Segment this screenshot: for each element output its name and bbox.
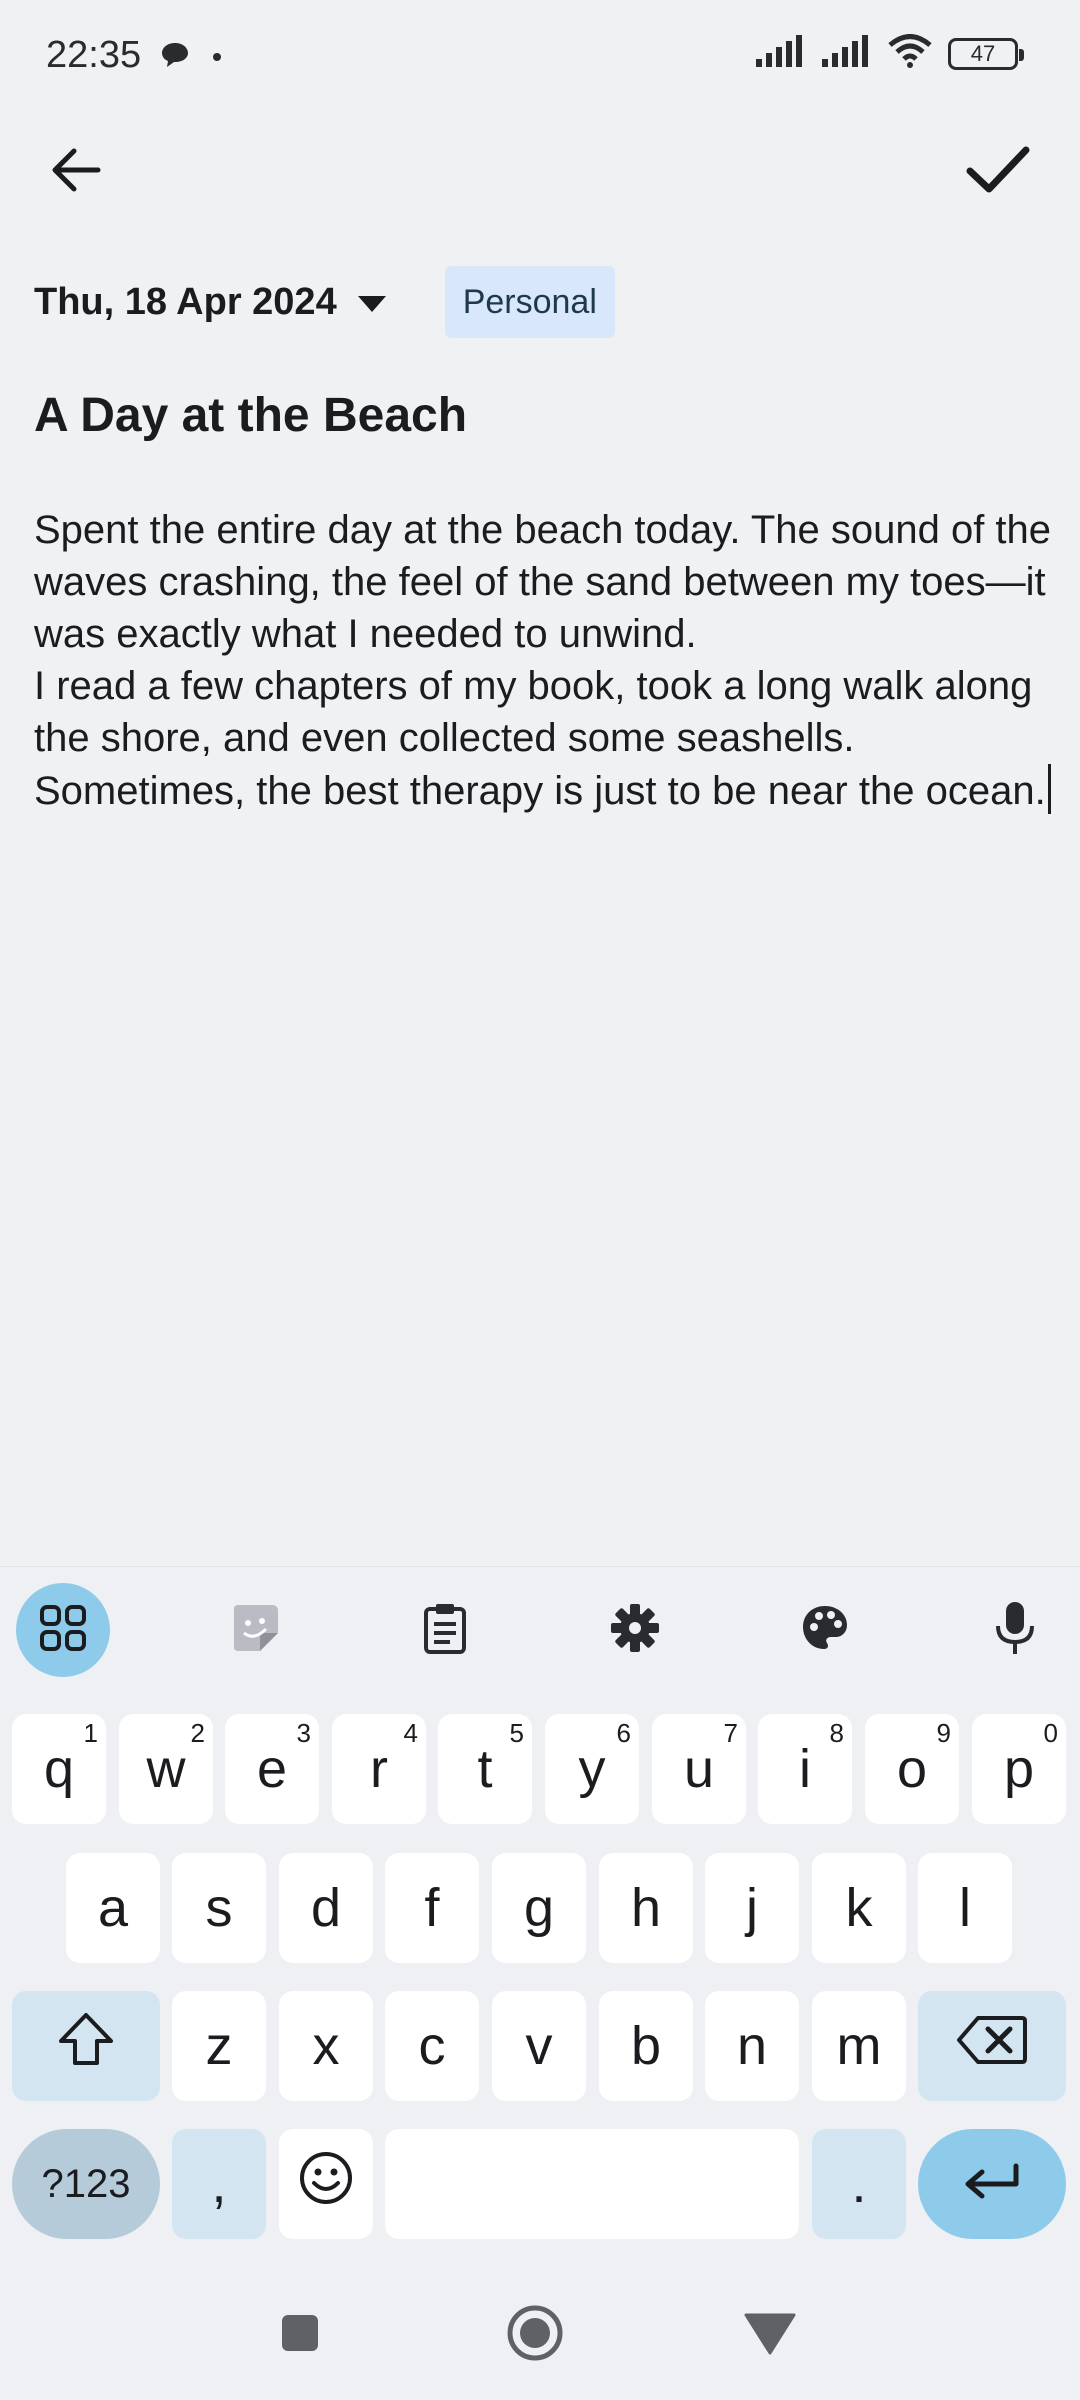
note-body-editor[interactable]: Spent the entire day at the beach today.… (34, 504, 1054, 817)
key-l[interactable]: l (918, 1853, 1012, 1963)
theme-button[interactable] (778, 1583, 872, 1677)
palette-icon (800, 1603, 850, 1658)
backspace-key[interactable] (918, 1991, 1066, 2101)
dropdown-arrow-icon (357, 281, 387, 324)
emoji-key[interactable] (279, 2129, 373, 2239)
triangle-down-icon (743, 2311, 797, 2360)
signal-icon (822, 35, 872, 72)
status-bar: 22:35 47 (0, 0, 1080, 110)
enter-icon (962, 2153, 1022, 2215)
dot-icon (212, 49, 222, 67)
key-h[interactable]: h (599, 1853, 693, 1963)
note-title[interactable]: A Day at the Beach (34, 388, 467, 443)
key-r[interactable]: r4 (332, 1714, 426, 1824)
home-button[interactable] (500, 2300, 570, 2370)
key-e[interactable]: e3 (225, 1714, 319, 1824)
key-v[interactable]: v (492, 1991, 586, 2101)
save-button[interactable] (956, 136, 1040, 208)
key-k[interactable]: k (812, 1853, 906, 1963)
key-c[interactable]: c (385, 1991, 479, 2101)
key-z[interactable]: z (172, 1991, 266, 2101)
period-key[interactable]: . (812, 2129, 906, 2239)
back-nav-button[interactable] (735, 2300, 805, 2370)
key-o[interactable]: o9 (865, 1714, 959, 1824)
key-x[interactable]: x (279, 1991, 373, 2101)
shift-icon (57, 2011, 115, 2082)
top-app-bar (0, 120, 1080, 220)
settings-icon (610, 1603, 660, 1658)
wifi-icon (888, 34, 932, 73)
shift-key[interactable] (12, 1991, 160, 2101)
voice-input-button[interactable] (968, 1583, 1062, 1677)
chat-bubble-icon (160, 40, 190, 75)
key-g[interactable]: g (492, 1853, 586, 1963)
key-u[interactable]: u7 (652, 1714, 746, 1824)
backspace-icon (956, 2014, 1028, 2079)
key-a[interactable]: a (66, 1853, 160, 1963)
microphone-icon (993, 1600, 1037, 1661)
sticker-button[interactable] (208, 1583, 302, 1677)
key-w[interactable]: w2 (119, 1714, 213, 1824)
emoji-icon (298, 2150, 354, 2219)
sticker-icon (228, 1601, 282, 1660)
arrow-left-icon (50, 147, 102, 198)
key-q[interactable]: q1 (12, 1714, 106, 1824)
key-d[interactable]: d (279, 1853, 373, 1963)
note-editor-screen: 22:35 47 Thu, 18 Apr 2024 Personal A Day… (0, 0, 1080, 2400)
battery-level: 47 (970, 40, 996, 66)
battery-icon: 47 (948, 37, 1024, 70)
date-label: Thu, 18 Apr 2024 (34, 280, 337, 323)
keyboard-toolbar (0, 1567, 1080, 1697)
keyboard-settings-button[interactable] (588, 1583, 682, 1677)
clipboard-icon (423, 1602, 467, 1659)
signal-icon (756, 35, 806, 72)
system-navigation-bar (0, 2270, 1080, 2400)
text-cursor (1047, 764, 1051, 814)
symbols-key[interactable]: ?123 (12, 2129, 160, 2239)
apps-grid-button[interactable] (16, 1583, 110, 1677)
clipboard-button[interactable] (398, 1583, 492, 1677)
space-key[interactable] (385, 2129, 799, 2239)
key-i[interactable]: i8 (758, 1714, 852, 1824)
key-j[interactable]: j (705, 1853, 799, 1963)
key-m[interactable]: m (812, 1991, 906, 2101)
key-y[interactable]: y6 (545, 1714, 639, 1824)
date-selector[interactable]: Thu, 18 Apr 2024 (34, 281, 387, 324)
apps-grid-icon (40, 1604, 86, 1656)
note-body-text: Spent the entire day at the beach today.… (34, 508, 1052, 813)
category-tag[interactable]: Personal (444, 266, 615, 338)
key-f[interactable]: f (385, 1853, 479, 1963)
enter-key[interactable] (918, 2129, 1066, 2239)
key-s[interactable]: s (172, 1853, 266, 1963)
status-time: 22:35 (46, 34, 142, 76)
note-meta-row: Thu, 18 Apr 2024 Personal (34, 266, 615, 338)
key-t[interactable]: t5 (438, 1714, 532, 1824)
recents-button[interactable] (265, 2300, 335, 2370)
home-circle-icon (505, 2303, 565, 2368)
key-b[interactable]: b (599, 1991, 693, 2101)
comma-key[interactable]: , (172, 2129, 266, 2239)
key-p[interactable]: p0 (972, 1714, 1066, 1824)
square-icon (280, 2313, 320, 2358)
check-icon (965, 145, 1031, 200)
key-n[interactable]: n (705, 1991, 799, 2101)
back-button[interactable] (40, 136, 112, 208)
